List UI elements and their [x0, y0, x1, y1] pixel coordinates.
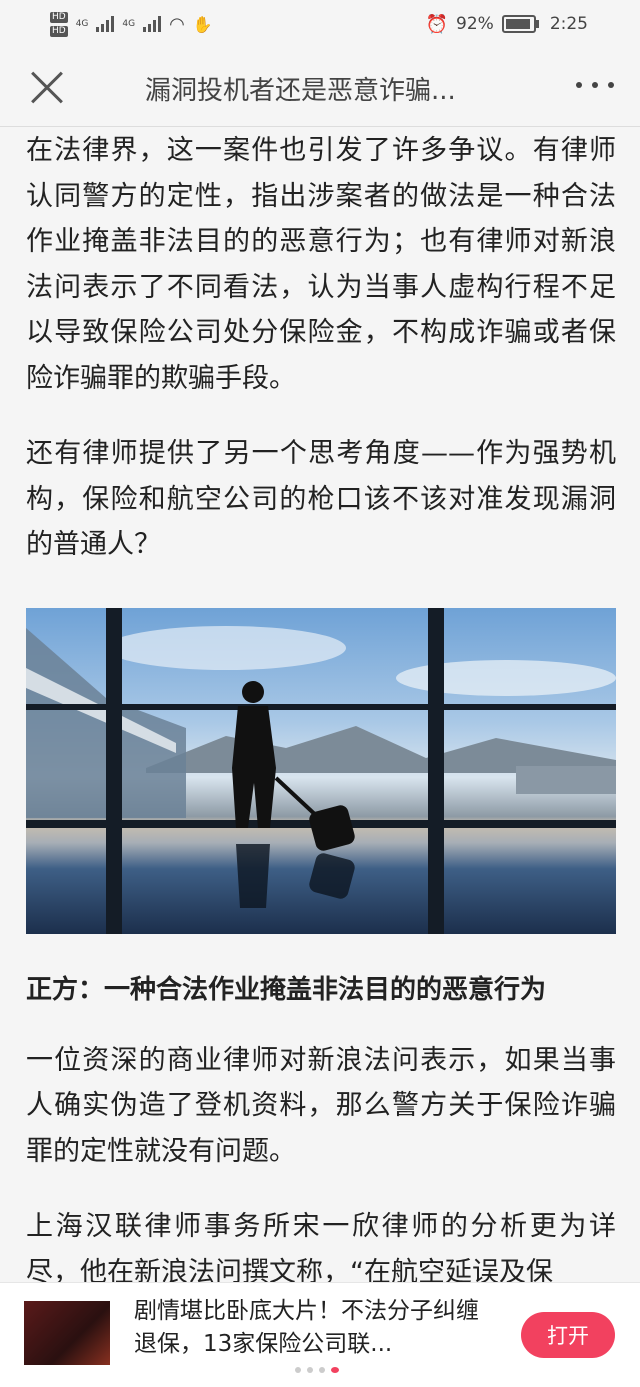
alarm-icon: ⏰: [425, 13, 449, 35]
hand-icon: ✋: [192, 14, 213, 34]
section-heading: 正方：一种合法作业掩盖非法目的的恶意行为: [26, 974, 547, 1005]
article-paragraph: 一位资深的商业律师对新浪法问表示，如果当事人确实伪造了登机资料，那么警方关于保险…: [26, 1044, 616, 1167]
carousel-dots: [295, 1367, 339, 1373]
banner-text: 剧情堪比卧底大片！不法分子纠缠退保，13家保险公司联...: [134, 1298, 479, 1357]
network-label-2: 4G: [122, 19, 136, 29]
airport-silhouette-photo: [26, 607, 616, 934]
title-bar: 漏洞投机者还是恶意诈骗...: [0, 48, 640, 127]
more-options-icon[interactable]: [576, 82, 614, 88]
signal-icon: [96, 16, 115, 32]
open-button[interactable]: 打开: [521, 1312, 615, 1358]
article-paragraph: 还有律师提供了另一个思考角度——作为强势机构，保险和航空公司的枪口该不该对准发现…: [26, 438, 616, 560]
signal-icon-2: [143, 16, 162, 32]
recommendation-banner[interactable]: 剧情堪比卧底大片！不法分子纠缠退保，13家保险公司联... 打开: [0, 1282, 640, 1387]
wifi-icon: ◠: [169, 13, 185, 35]
network-label-1: 4G: [75, 19, 89, 29]
article-body: 在法律界，这一案件也引发了许多争议。有律师认同警方的定性，指出涉案者的做法是一种…: [26, 128, 616, 1295]
article-paragraph: 在法律界，这一案件也引发了许多争议。有律师认同警方的定性，指出涉案者的做法是一种…: [26, 135, 616, 394]
status-bar: HD HD 4G 4G ◠ ✋ ⏰ 92% 2:25: [0, 0, 640, 48]
clock: 2:25: [549, 14, 588, 34]
page-title: 漏洞投机者还是恶意诈骗...: [145, 76, 456, 106]
battery-percent: 92%: [456, 14, 494, 34]
battery-icon: [501, 15, 539, 33]
close-icon[interactable]: [22, 66, 66, 110]
hd-indicator: HD HD: [50, 11, 68, 37]
banner-thumbnail: [24, 1301, 110, 1365]
